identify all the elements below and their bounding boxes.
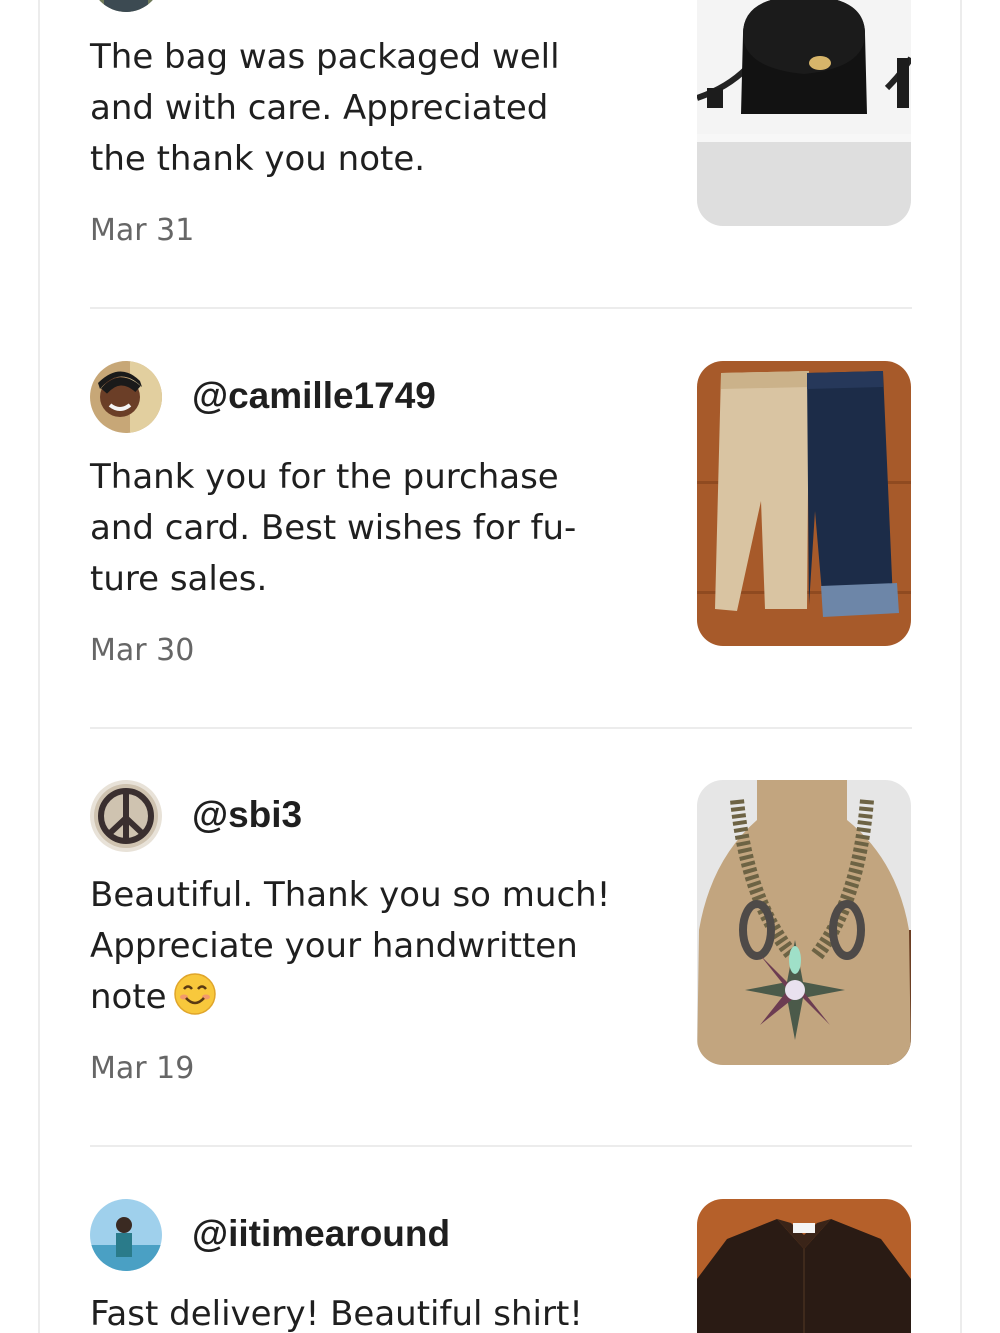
review-text: Fast delivery! Beautiful shirt! xyxy=(90,1289,665,1333)
review-text: Beautiful. Thank you so much! Appreciate… xyxy=(90,870,665,1023)
peace-sign-avatar xyxy=(90,780,162,852)
pants-photo xyxy=(697,361,911,646)
reviewer-username[interactable]: @iitimearound xyxy=(192,1213,450,1255)
review-text-line: ture sales. xyxy=(90,559,268,599)
review-text-line: and with care. Appreciated xyxy=(90,88,549,128)
review-date: Mar 31 xyxy=(90,213,195,248)
review-item: @iitimearound Fast delivery! Beautiful s… xyxy=(90,1199,912,1333)
review-text-line: The bag was packaged well xyxy=(90,37,560,77)
review-text-line: the thank you note. xyxy=(90,139,426,179)
review-divider xyxy=(90,307,912,309)
review-date: Mar 19 xyxy=(90,1051,195,1086)
review-text-line: Fast delivery! Beautiful shirt! xyxy=(90,1294,583,1333)
review-date: Mar 30 xyxy=(90,633,195,668)
item-thumbnail-bag[interactable] xyxy=(697,0,911,226)
reviewer-avatar[interactable] xyxy=(90,361,162,433)
reviewer-username[interactable]: @sbi3 xyxy=(192,794,302,836)
avatar-photo xyxy=(90,361,162,433)
reviews-page: The bag was packaged well and with care.… xyxy=(0,0,1000,1333)
review-item: @sbi3 Beautiful. Thank you so much! Appr… xyxy=(90,780,912,1086)
item-thumbnail-shirt[interactable] xyxy=(697,1199,911,1333)
review-divider xyxy=(90,727,912,729)
reviewer-avatar[interactable] xyxy=(90,780,162,852)
review-text-line: Appreciate your handwritten xyxy=(90,926,578,966)
reviewer-avatar[interactable] xyxy=(90,0,162,12)
review-text-line: and card. Best wishes for fu- xyxy=(90,508,577,548)
review-text-line: note xyxy=(90,977,167,1017)
smiling-face-emoji-icon xyxy=(173,973,216,1015)
necklace-photo xyxy=(697,780,911,1065)
shirt-photo xyxy=(697,1199,911,1333)
avatar-photo xyxy=(90,0,162,12)
review-text: The bag was packaged well and with care.… xyxy=(90,32,665,185)
avatar-photo xyxy=(90,1199,162,1271)
review-item: @camille1749 Thank you for the purchase … xyxy=(90,361,912,668)
review-text-line: Thank you for the purchase xyxy=(90,457,559,497)
item-thumbnail-necklace[interactable] xyxy=(697,780,911,1065)
item-thumbnail-pants[interactable] xyxy=(697,361,911,646)
review-text-line-with-emoji: note xyxy=(90,972,665,1023)
review-item: The bag was packaged well and with care.… xyxy=(90,0,912,248)
reviewer-avatar[interactable] xyxy=(90,1199,162,1271)
bag-photo xyxy=(697,0,911,226)
review-divider xyxy=(90,1145,912,1147)
reviewer-username[interactable]: @camille1749 xyxy=(192,375,436,417)
review-text-line: Beautiful. Thank you so much! xyxy=(90,875,611,915)
review-text: Thank you for the purchase and card. Bes… xyxy=(90,452,665,605)
